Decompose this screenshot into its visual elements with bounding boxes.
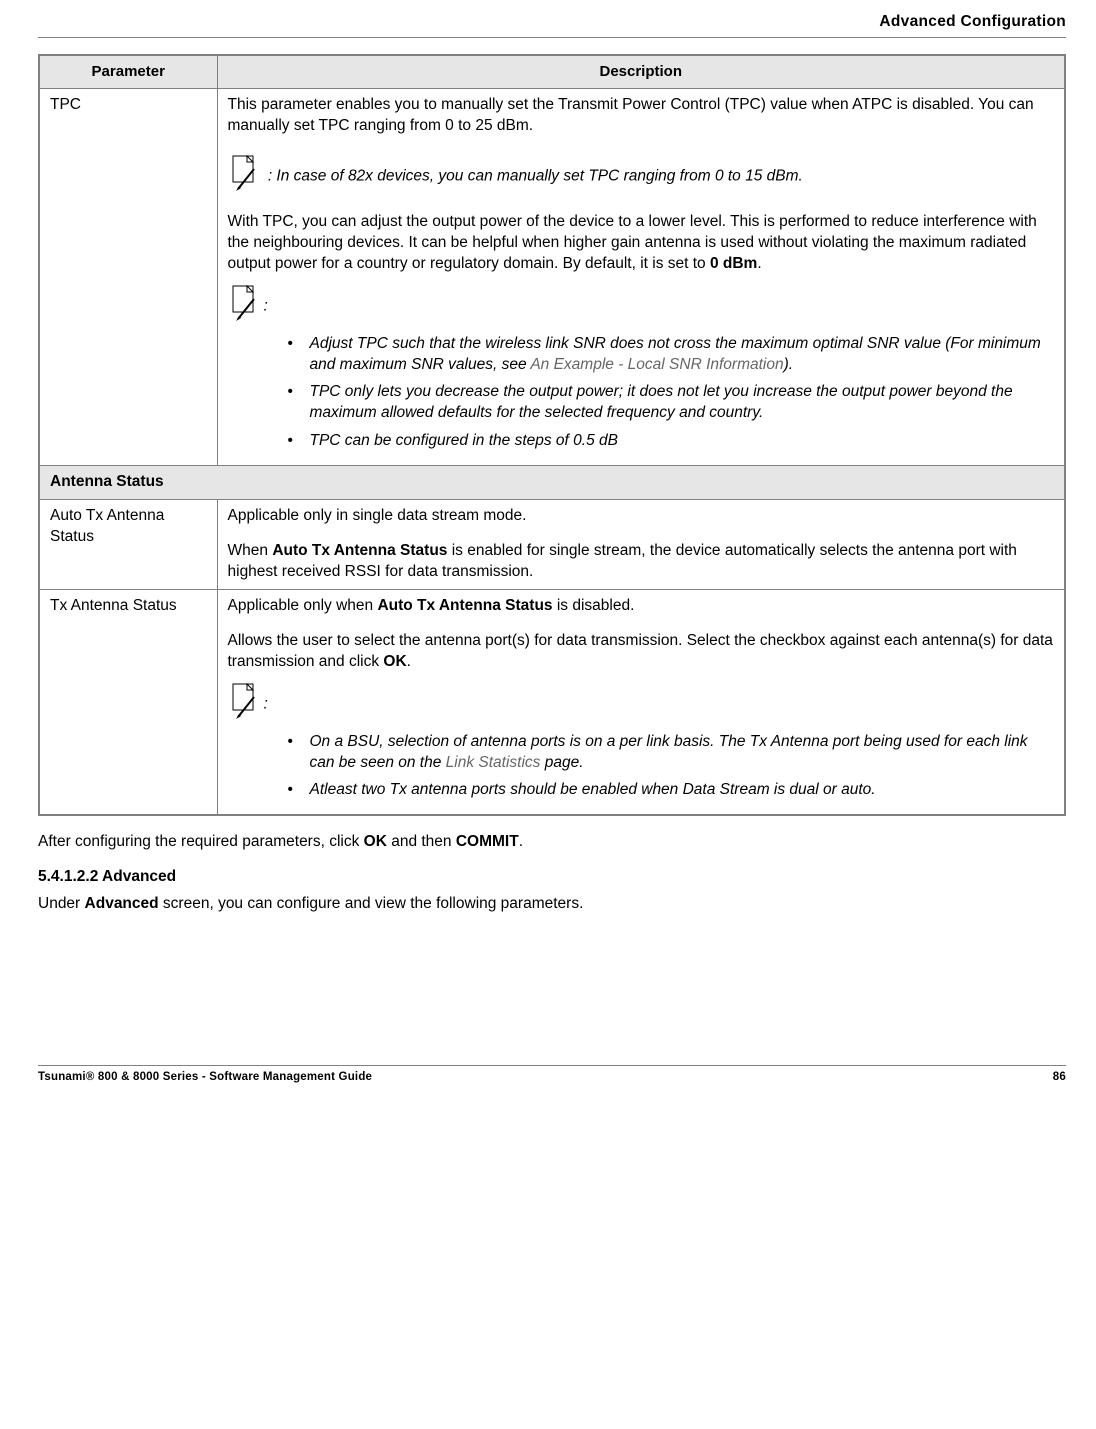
adv-b1b: Advanced <box>85 895 159 912</box>
antenna-status-section: Antenna Status <box>39 466 1065 500</box>
autotx-line1: Applicable only in single data stream mo… <box>228 506 1055 527</box>
subheading-advanced: 5.4.1.2.2 Advanced <box>38 867 1066 888</box>
table-header-row: Parameter Description <box>39 55 1065 89</box>
tpc-body1: With TPC, you can adjust the output powe… <box>228 213 1037 272</box>
tpc-b1b: ). <box>784 356 793 373</box>
footer-left: Tsunami® 800 & 8000 Series - Software Ma… <box>38 1070 372 1086</box>
table-row: TPC This parameter enables you to manual… <box>39 89 1065 466</box>
parameter-table: Parameter Description TPC This parameter… <box>38 54 1066 816</box>
list-item: Atleast two Tx antenna ports should be e… <box>288 780 1055 801</box>
table-row: Auto Tx Antenna Status Applicable only i… <box>39 500 1065 590</box>
tpc-note-block: : <box>232 285 1055 328</box>
page-number: 86 <box>1053 1070 1066 1086</box>
tpc-default: 0 dBm <box>710 255 757 272</box>
tpc-intro: This parameter enables you to manually s… <box>228 95 1055 137</box>
after-table-text: After configuring the required parameter… <box>38 832 1066 853</box>
adv-b1a: Under <box>38 895 85 912</box>
after-t1a: After configuring the required parameter… <box>38 833 364 850</box>
param-name-auto-tx: Auto Tx Antenna Status <box>39 500 217 590</box>
list-item: Adjust TPC such that the wireless link S… <box>288 334 1055 376</box>
note-icon <box>232 683 260 726</box>
after-t1b: and then <box>387 833 456 850</box>
after-ok: OK <box>364 833 387 850</box>
parameter-header: Parameter <box>39 55 217 89</box>
list-item: TPC only lets you decrease the output po… <box>288 382 1055 424</box>
after-commit: COMMIT <box>456 833 519 850</box>
table-row: Tx Antenna Status Applicable only when A… <box>39 589 1065 815</box>
section-row: Antenna Status <box>39 466 1065 500</box>
tpc-note-82x: : In case of 82x devices, you can manual… <box>232 155 1055 198</box>
list-item: On a BSU, selection of antenna ports is … <box>288 732 1055 774</box>
note-icon <box>232 155 260 198</box>
page-footer: Tsunami® 800 & 8000 Series - Software Ma… <box>38 1065 1066 1086</box>
header-rule <box>38 37 1066 38</box>
txant-b1b: page. <box>540 754 583 771</box>
advanced-body: Under Advanced screen, you can configure… <box>38 894 1066 915</box>
param-name-tpc: TPC <box>39 89 217 466</box>
desc-tpc: This parameter enables you to manually s… <box>217 89 1065 466</box>
param-name-tx-antenna: Tx Antenna Status <box>39 589 217 815</box>
txant-l1a: Applicable only when <box>228 597 378 614</box>
adv-b1c: screen, you can configure and view the f… <box>159 895 584 912</box>
tpc-bullets: Adjust TPC such that the wireless link S… <box>228 334 1055 453</box>
tpc-note-82x-text: : In case of 82x devices, you can manual… <box>268 168 803 185</box>
note-colon: : <box>264 297 268 314</box>
tpc-body: With TPC, you can adjust the output powe… <box>228 212 1055 275</box>
txant-l1b: Auto Tx Antenna Status <box>377 597 552 614</box>
note-colon: : <box>264 695 268 712</box>
list-item: TPC can be configured in the steps of 0.… <box>288 431 1055 452</box>
txant-ok: OK <box>383 653 406 670</box>
txant-l2a: Allows the user to select the antenna po… <box>228 632 1053 670</box>
tpc-body-tail: . <box>757 255 761 272</box>
txant-b1a: On a BSU, selection of antenna ports is … <box>310 733 1028 771</box>
txant-period: . <box>407 653 411 670</box>
txant-line1: Applicable only when Auto Tx Antenna Sta… <box>228 596 1055 617</box>
snr-example-link[interactable]: An Example - Local SNR Information <box>530 356 783 373</box>
autotx-line2: When Auto Tx Antenna Status is enabled f… <box>228 541 1055 583</box>
txant-bullets: On a BSU, selection of antenna ports is … <box>228 732 1055 802</box>
autotx-l2a: When <box>228 542 273 559</box>
description-header: Description <box>217 55 1065 89</box>
chapter-title: Advanced Configuration <box>38 12 1066 33</box>
after-t1c: . <box>519 833 523 850</box>
link-statistics-link[interactable]: Link Statistics <box>446 754 541 771</box>
txant-l1c: is disabled. <box>553 597 635 614</box>
note-icon <box>232 285 260 328</box>
desc-tx-antenna: Applicable only when Auto Tx Antenna Sta… <box>217 589 1065 815</box>
autotx-l2b: Auto Tx Antenna Status <box>272 542 447 559</box>
txant-note-block: : <box>232 683 1055 726</box>
desc-auto-tx: Applicable only in single data stream mo… <box>217 500 1065 590</box>
txant-line2: Allows the user to select the antenna po… <box>228 631 1055 673</box>
